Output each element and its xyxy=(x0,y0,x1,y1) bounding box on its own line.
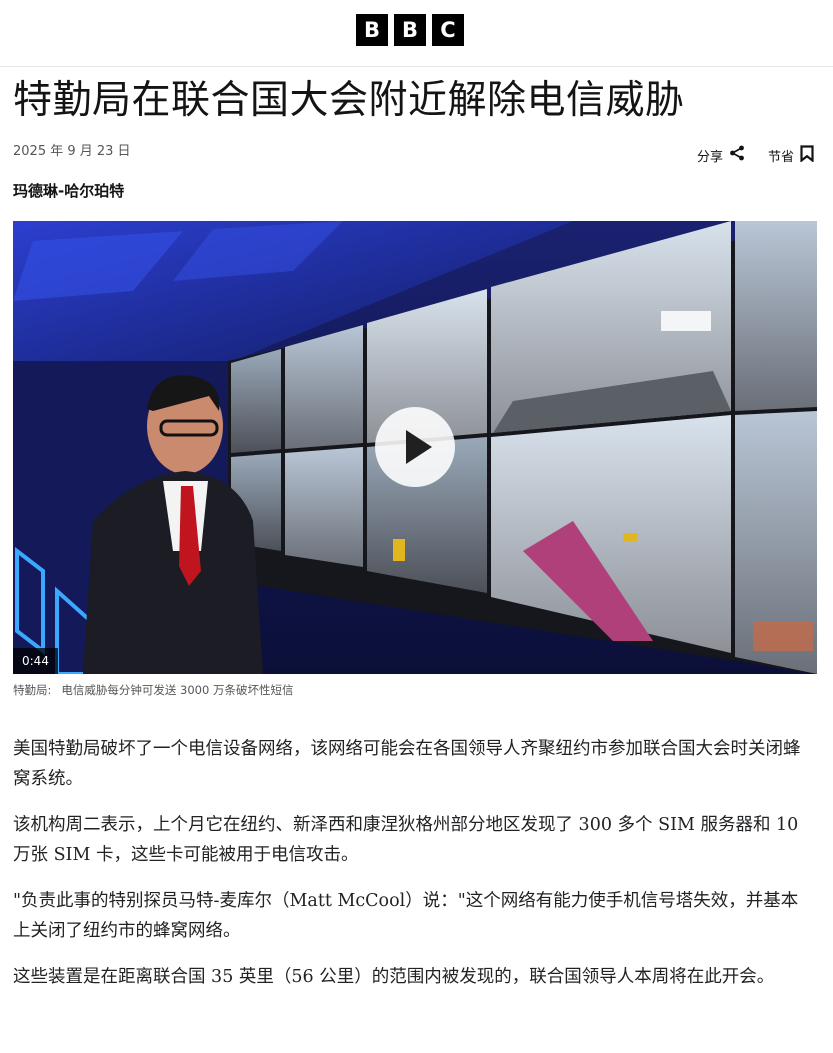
logo-block-c: C xyxy=(432,14,464,46)
caption-text: 电信威胁每分钟可发送 3000 万条破坏性短信 xyxy=(61,683,294,697)
article-paragraph: 美国特勤局破坏了一个电信设备网络，该网络可能会在各国领导人齐聚纽约市参加联合国大… xyxy=(13,739,801,789)
share-label: 分享 xyxy=(697,149,724,165)
share-icon xyxy=(729,145,745,165)
bbc-logo[interactable]: B B C xyxy=(356,14,464,46)
play-button[interactable] xyxy=(375,407,455,487)
masthead: B B C xyxy=(0,0,833,67)
author-byline[interactable]: 玛德琳-哈尔珀特 xyxy=(13,180,124,201)
video-player[interactable]: 0:44 xyxy=(13,221,817,674)
article-paragraph: 该机构周二表示，上个月它在纽约、新泽西和康涅狄格州部分地区发现了 300 多个 … xyxy=(13,815,799,865)
video-duration: 0:44 xyxy=(13,648,58,674)
article-paragraph: 这些装置是在距离联合国 35 英里（56 公里）的范围内被发现的，联合国领导人本… xyxy=(13,967,775,987)
share-button[interactable]: 分享 xyxy=(697,145,745,165)
save-label: 节省 xyxy=(768,150,795,165)
save-button[interactable]: 节省 xyxy=(768,145,814,166)
bookmark-icon xyxy=(800,145,814,166)
article-headline: 特勤局在联合国大会附近解除电信威胁 xyxy=(13,78,685,123)
video-caption: 特勤局: 电信威胁每分钟可发送 3000 万条破坏性短信 xyxy=(13,682,293,698)
article-paragraph: "负责此事的特别探员马特-麦库尔（Matt McCool）说："这个网络有能力使… xyxy=(13,891,799,941)
publish-date: 2025 年 9 月 23 日 xyxy=(13,144,131,159)
logo-block-b1: B xyxy=(356,14,388,46)
article-body: 美国特勤局破坏了一个电信设备网络，该网络可能会在各国领导人齐聚纽约市参加联合国大… xyxy=(13,734,813,1008)
logo-block-b2: B xyxy=(394,14,426,46)
caption-label: 特勤局: xyxy=(13,683,52,697)
